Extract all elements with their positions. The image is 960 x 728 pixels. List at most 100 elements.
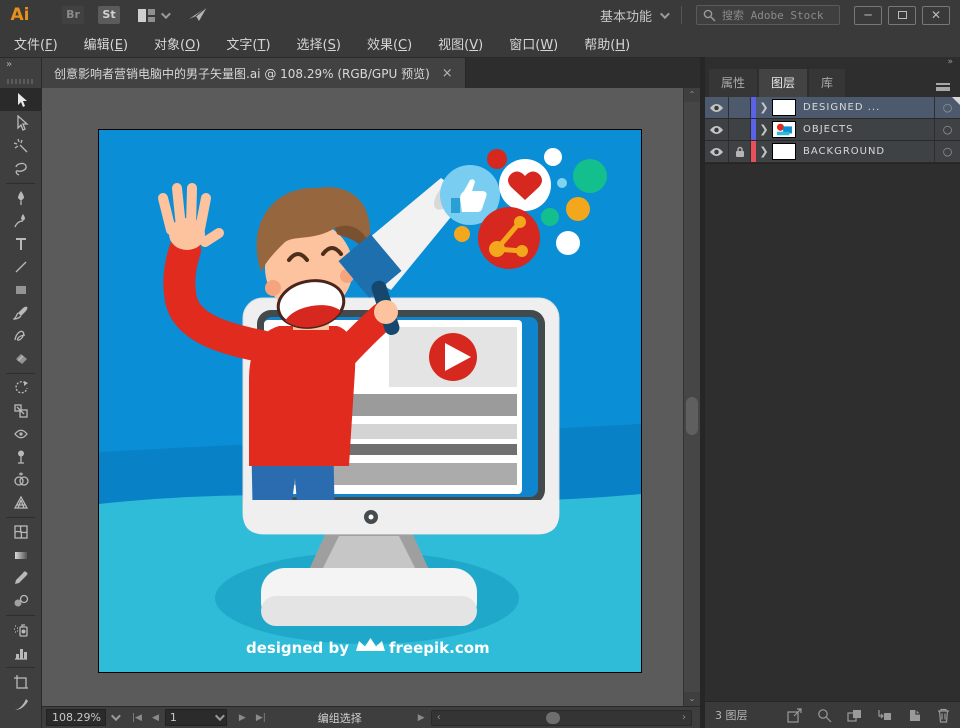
locate-object-icon[interactable]: [817, 708, 832, 723]
visibility-toggle[interactable]: [705, 97, 729, 118]
delete-layer-icon[interactable]: [937, 708, 950, 723]
search-input[interactable]: [722, 9, 833, 22]
column-graph-tool[interactable]: [0, 641, 41, 664]
direct-selection-tool[interactable]: [0, 111, 41, 134]
collect-for-export-icon[interactable]: [787, 708, 802, 723]
line-segment-tool[interactable]: [0, 255, 41, 278]
app-logo: Ai: [0, 5, 40, 25]
puppet-warp-tool[interactable]: [0, 445, 41, 468]
visibility-toggle[interactable]: [705, 119, 729, 140]
lasso-tool[interactable]: [0, 157, 41, 180]
artboard[interactable]: designed by freepik.com: [99, 130, 641, 672]
shaper-tool[interactable]: [0, 324, 41, 347]
curvature-tool[interactable]: [0, 209, 41, 232]
next-artboard-button[interactable]: ▶: [235, 713, 250, 723]
layer-target-icon[interactable]: ○: [934, 141, 960, 162]
maximize-button[interactable]: [888, 6, 916, 25]
layer-row-objects[interactable]: ❯ OBJECTS ○: [705, 119, 960, 141]
pen-tool[interactable]: [0, 186, 41, 209]
workspace-switcher[interactable]: 基本功能: [600, 6, 667, 25]
first-artboard-button[interactable]: |◀: [128, 713, 146, 723]
mesh-tool[interactable]: [0, 520, 41, 543]
blend-tool[interactable]: [0, 589, 41, 612]
vertical-scroll-thumb[interactable]: [686, 397, 698, 435]
canvas[interactable]: designed by freepik.com ⌃ ⌄: [42, 88, 700, 706]
menu-type[interactable]: 文字(T): [226, 34, 270, 53]
perspective-grid-tool[interactable]: [0, 491, 41, 514]
layer-name[interactable]: OBJECTS: [803, 124, 934, 135]
toolbar-header[interactable]: »: [0, 58, 42, 88]
new-sublayer-icon[interactable]: [877, 708, 892, 723]
eyedropper-tool[interactable]: [0, 566, 41, 589]
horizontal-scroll-thumb[interactable]: [546, 712, 560, 724]
toolbar: [0, 88, 42, 728]
visibility-toggle[interactable]: [705, 141, 729, 162]
toolbar-grip[interactable]: [7, 79, 35, 84]
tab-layers[interactable]: 图层: [759, 69, 807, 97]
layer-name[interactable]: BACKGROUND: [803, 146, 934, 157]
menu-edit[interactable]: 编辑(E): [84, 34, 128, 53]
layer-row-designed[interactable]: ❯ DESIGNED ... ○: [705, 97, 960, 119]
symbol-sprayer-tool[interactable]: [0, 618, 41, 641]
width-tool[interactable]: [0, 422, 41, 445]
rectangle-tool[interactable]: [0, 278, 41, 301]
collapse-toolbar-icon[interactable]: »: [6, 59, 11, 70]
new-layer-icon[interactable]: [907, 708, 922, 723]
panel-menu-icon[interactable]: [936, 83, 950, 91]
tab-libraries[interactable]: 库: [809, 69, 845, 97]
layer-row-background[interactable]: ❯ BACKGROUND ○: [705, 141, 960, 163]
artboard-number-field[interactable]: 1: [165, 709, 227, 726]
minimize-button[interactable]: ─: [854, 6, 882, 25]
slice-tool[interactable]: [0, 693, 41, 716]
scroll-down-icon[interactable]: ⌄: [689, 692, 696, 706]
scroll-right-icon[interactable]: ›: [677, 712, 691, 723]
expand-layer-icon[interactable]: ❯: [756, 145, 772, 158]
eye-icon: [709, 125, 724, 135]
expand-layer-icon[interactable]: ❯: [756, 123, 772, 136]
menu-help[interactable]: 帮助(H): [584, 34, 630, 53]
scroll-up-icon[interactable]: ⌃: [689, 88, 696, 102]
bridge-button[interactable]: Br: [62, 6, 84, 24]
collapse-panel-icon[interactable]: »: [947, 57, 952, 70]
artboard-tool[interactable]: [0, 670, 41, 693]
clipping-mask-icon[interactable]: [847, 708, 862, 723]
horizontal-scrollbar[interactable]: ‹ ›: [431, 710, 692, 726]
close-document-icon[interactable]: ×: [442, 66, 453, 81]
previous-artboard-button[interactable]: ◀: [148, 713, 163, 723]
selection-tool[interactable]: [0, 88, 41, 111]
zoom-level-field[interactable]: 108.29%: [46, 709, 106, 726]
gradient-tool[interactable]: [0, 543, 41, 566]
menu-effect[interactable]: 效果(C): [367, 34, 412, 53]
menu-object[interactable]: 对象(O): [154, 34, 200, 53]
vertical-scrollbar[interactable]: ⌃ ⌄: [683, 88, 700, 706]
rotate-tool[interactable]: [0, 376, 41, 399]
arrange-documents-button[interactable]: [138, 9, 168, 22]
magic-wand-tool[interactable]: [0, 134, 41, 157]
shape-builder-tool[interactable]: [0, 468, 41, 491]
scroll-left-icon[interactable]: ‹: [432, 712, 446, 723]
eraser-tool[interactable]: [0, 347, 41, 370]
menu-select[interactable]: 选择(S): [297, 34, 341, 53]
menu-window[interactable]: 窗口(W): [509, 34, 558, 53]
vertical-scroll-track[interactable]: [684, 102, 700, 692]
scale-tool[interactable]: [0, 399, 41, 422]
type-tool[interactable]: [0, 232, 41, 255]
layer-name[interactable]: DESIGNED ...: [803, 102, 934, 113]
lock-toggle[interactable]: [729, 141, 751, 162]
menu-file[interactable]: 文件(F): [14, 34, 58, 53]
share-button[interactable]: [188, 6, 208, 25]
zoom-dropdown-button[interactable]: [106, 709, 122, 726]
last-artboard-button[interactable]: ▶|: [252, 713, 270, 723]
close-button[interactable]: ✕: [922, 6, 950, 25]
paintbrush-tool[interactable]: [0, 301, 41, 324]
expand-layer-icon[interactable]: ❯: [756, 101, 772, 114]
document-tab[interactable]: 创意影响者营销电脑中的男子矢量图.ai @ 108.29% (RGB/GPU 预…: [42, 58, 466, 88]
lock-toggle[interactable]: [729, 119, 751, 140]
layer-target-icon[interactable]: ○: [934, 119, 960, 140]
status-panel-arrow-icon[interactable]: ▶: [418, 713, 425, 723]
menu-view[interactable]: 视图(V): [438, 34, 483, 53]
stock-search[interactable]: [696, 5, 840, 25]
stock-button[interactable]: St: [98, 6, 120, 24]
tab-properties[interactable]: 属性: [709, 69, 757, 97]
lock-toggle[interactable]: [729, 97, 751, 118]
